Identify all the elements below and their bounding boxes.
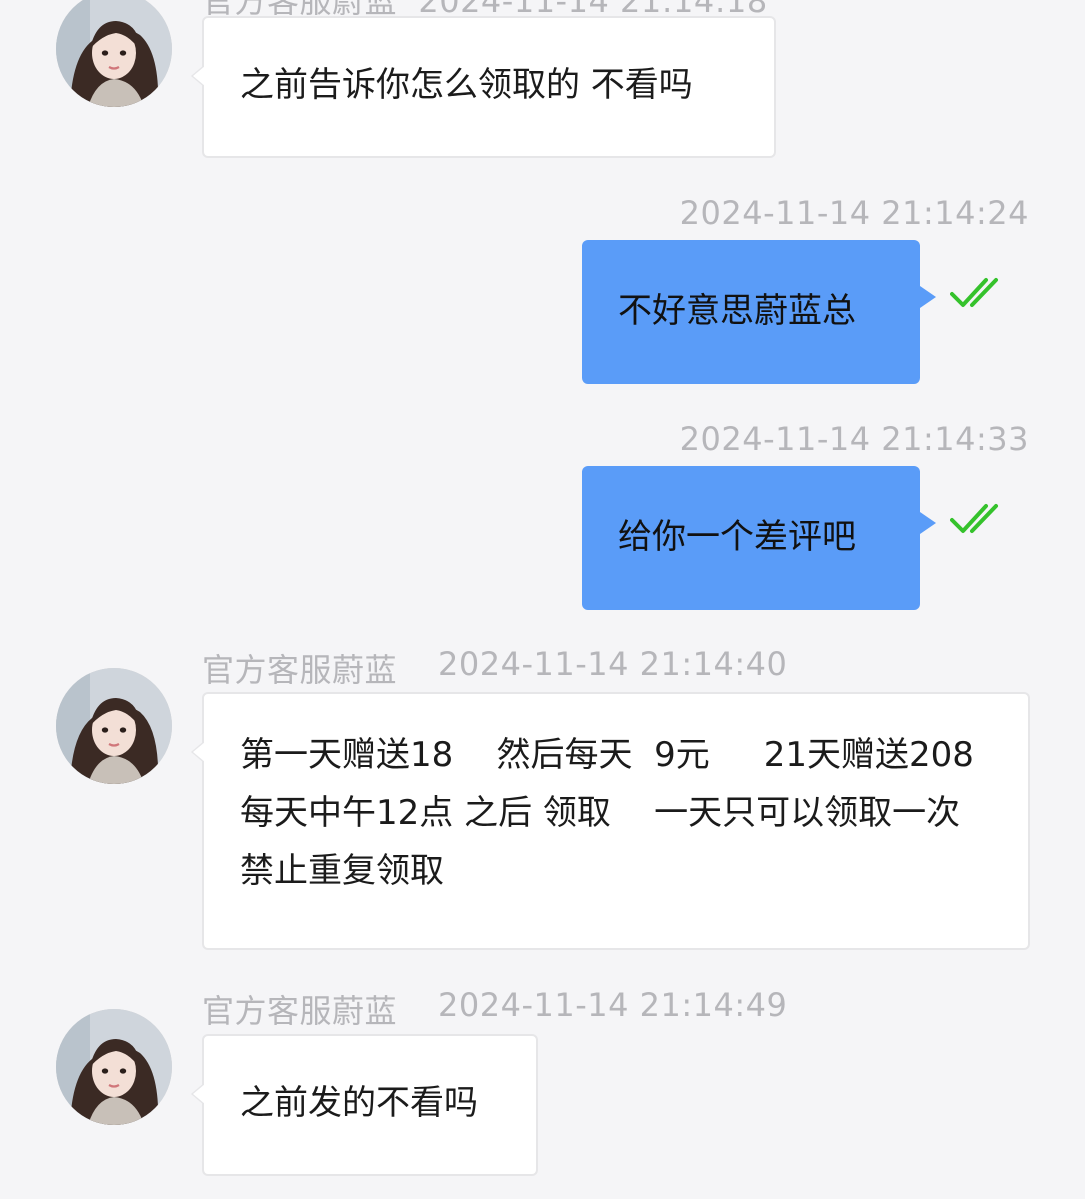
message-text: 第一天赠送18 然后每天 9元 21天赠送208 每天中午12点 之后 领取 一… <box>240 735 1050 891</box>
message-text: 之前告诉你怎么领取的 不看吗 <box>240 65 693 105</box>
message-sender: 官方客服蔚蓝 <box>202 651 398 689</box>
message-bubble-incoming[interactable]: 第一天赠送18 然后每天 9元 21天赠送208 每天中午12点 之后 领取 一… <box>191 692 1050 950</box>
message-bubble-incoming[interactable]: 之前告诉你怎么领取的 不看吗 <box>191 16 776 158</box>
avatar-portrait <box>56 0 172 107</box>
avatar-portrait <box>56 1009 172 1125</box>
avatar[interactable] <box>56 668 172 784</box>
message-text: 之前发的不看吗 <box>240 1083 478 1123</box>
avatar-portrait <box>56 668 172 784</box>
message-sender: 官方客服蔚蓝 <box>202 992 398 1030</box>
message-bubble-incoming[interactable]: 之前发的不看吗 <box>191 1034 538 1176</box>
double-check-icon <box>950 278 998 307</box>
avatar[interactable] <box>56 0 172 107</box>
message-text: 给你一个差评吧 <box>618 517 856 557</box>
message-timestamp: 2024-11-14 21:14:33 <box>679 420 1029 458</box>
message-timestamp: 2024-11-14 21:14:40 <box>438 645 788 683</box>
double-check-icon <box>950 504 998 533</box>
avatar[interactable] <box>56 1009 172 1125</box>
message-timestamp: 2024-11-14 21:14:24 <box>679 194 1029 232</box>
message-text: 不好意思蔚蓝总 <box>618 291 856 331</box>
message-bubble-outgoing[interactable]: 给你一个差评吧 <box>582 466 936 610</box>
message-bubble-outgoing[interactable]: 不好意思蔚蓝总 <box>582 240 936 384</box>
message-timestamp: 2024-11-14 21:14:49 <box>438 986 788 1024</box>
